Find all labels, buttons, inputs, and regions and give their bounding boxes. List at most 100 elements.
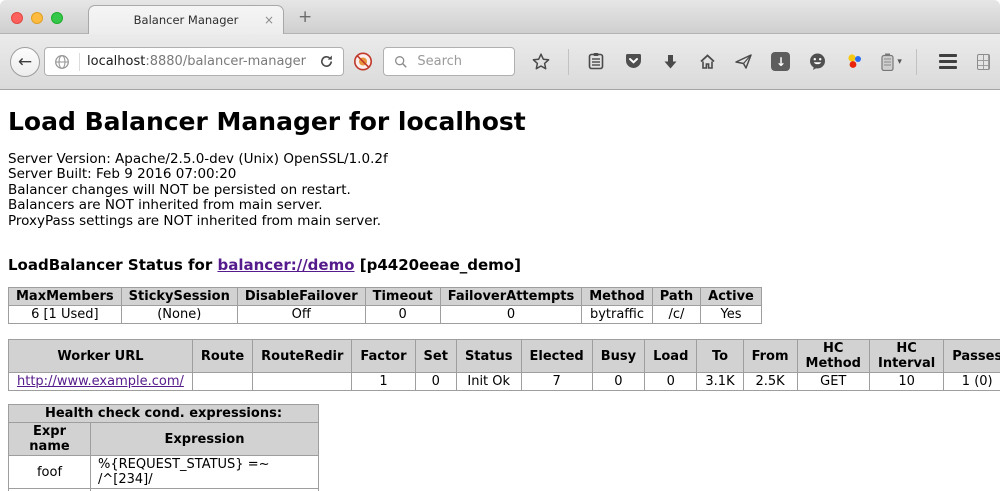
- bookmark-star-icon[interactable]: [531, 52, 551, 72]
- col-route: Route: [192, 340, 252, 373]
- url-text[interactable]: localhost:8880/balancer-manager: [87, 54, 309, 69]
- titlebar: Balancer Manager × +: [0, 0, 1000, 34]
- worker-url-link[interactable]: http://www.example.com/: [17, 374, 184, 389]
- cell-passes: 1 (0): [944, 373, 1000, 391]
- flash-block-icon[interactable]: [353, 52, 373, 72]
- download-manager-icon[interactable]: ↓: [771, 52, 790, 71]
- back-button[interactable]: ←: [10, 47, 40, 77]
- table-row: 6 [1 Used] (None) Off 0 0 bytraffic /c/ …: [9, 306, 762, 324]
- search-input[interactable]: [417, 54, 507, 69]
- toolbar-divider-2: [916, 49, 917, 75]
- col-hc-interval: HC Interval: [869, 340, 943, 373]
- tab-balancer-manager[interactable]: Balancer Manager ×: [88, 5, 284, 34]
- new-tab-button[interactable]: +: [298, 7, 312, 27]
- search-icon: [391, 52, 411, 72]
- page-title: Load Balancer Manager for localhost: [8, 107, 992, 136]
- health-check-table: Health check cond. expressions: Expr nam…: [8, 404, 319, 491]
- col-load: Load: [645, 340, 697, 373]
- battery-icon: [881, 53, 894, 71]
- chevron-down-icon: ▾: [897, 57, 902, 67]
- health-check-caption: Health check cond. expressions:: [9, 405, 319, 423]
- col-elected: Elected: [521, 340, 592, 373]
- browser-window: Balancer Manager × + ← localhost:8880/ba…: [0, 0, 1000, 491]
- table-header-row: MaxMembers StickySession DisableFailover…: [9, 288, 762, 306]
- cell-route: [192, 373, 252, 391]
- col-expr-name: Expr name: [9, 423, 91, 456]
- globe-icon: [52, 52, 72, 72]
- cell-hc-method: GET: [797, 373, 869, 391]
- cell-worker-url: http://www.example.com/: [9, 373, 193, 391]
- col-stickysession: StickySession: [121, 288, 237, 306]
- balancers-notice-line: Balancers are NOT inherited from main se…: [8, 198, 992, 213]
- pocket-icon[interactable]: [623, 52, 643, 72]
- downloads-icon[interactable]: [660, 52, 680, 72]
- table-header-row: Worker URL Route RouteRedir Factor Set S…: [9, 340, 1000, 373]
- cell-hc-interval: 10: [869, 373, 943, 391]
- col-factor: Factor: [352, 340, 415, 373]
- colored-dots-extension-icon[interactable]: [844, 52, 864, 72]
- page-content: Load Balancer Manager for localhost Serv…: [0, 90, 1000, 491]
- col-failoverattempts: FailoverAttempts: [440, 288, 582, 306]
- cell-maxmembers: 6 [1 Used]: [9, 306, 122, 324]
- col-status: Status: [456, 340, 521, 373]
- send-plane-icon[interactable]: [734, 52, 754, 72]
- persist-notice-line: Balancer changes will NOT be persisted o…: [8, 183, 992, 198]
- cell-active: Yes: [701, 306, 762, 324]
- cell-load: 0: [645, 373, 697, 391]
- table-row: http://www.example.com/ 1 0 Init Ok 7 0 …: [9, 373, 1000, 391]
- balancer-demo-link[interactable]: balancer://demo: [217, 256, 354, 274]
- cell-routeredir: [253, 373, 352, 391]
- col-maxmembers: MaxMembers: [9, 288, 122, 306]
- balancer-summary-table: MaxMembers StickySession DisableFailover…: [8, 287, 762, 324]
- feedback-smiley-icon[interactable]: [807, 52, 827, 72]
- reload-icon[interactable]: [316, 52, 336, 72]
- traffic-lights: [11, 12, 63, 24]
- urlbar-divider: [79, 53, 80, 71]
- cell-failoverattempts: 0: [440, 306, 582, 324]
- reading-list-icon[interactable]: [586, 52, 606, 72]
- cell-stickysession: (None): [121, 306, 237, 324]
- status-heading-prefix: LoadBalancer Status for: [8, 256, 217, 274]
- col-from: From: [743, 340, 797, 373]
- cell-elected: 7: [521, 373, 592, 391]
- server-built-line: Server Built: Feb 9 2016 07:00:20: [8, 167, 992, 182]
- menu-button[interactable]: [939, 54, 957, 69]
- col-method: Method: [582, 288, 652, 306]
- cell-from: 2.5K: [743, 373, 797, 391]
- cell-set: 0: [415, 373, 456, 391]
- cell-method: bytraffic: [582, 306, 652, 324]
- url-domain: localhost: [87, 54, 145, 69]
- close-window-button[interactable]: [11, 12, 23, 24]
- loadbalancer-status-heading: LoadBalancer Status for balancer://demo …: [8, 256, 992, 274]
- url-bar[interactable]: localhost:8880/balancer-manager: [44, 47, 344, 76]
- cell-busy: 0: [592, 373, 644, 391]
- search-box[interactable]: [383, 47, 515, 76]
- zoom-window-button[interactable]: [51, 12, 63, 24]
- cell-to: 3.1K: [697, 373, 743, 391]
- col-routeredir: RouteRedir: [253, 340, 352, 373]
- cell-path: /c/: [652, 306, 700, 324]
- col-active: Active: [701, 288, 762, 306]
- col-disablefailover: DisableFailover: [237, 288, 365, 306]
- tab-close-icon[interactable]: ×: [264, 13, 274, 27]
- col-timeout: Timeout: [365, 288, 440, 306]
- minimize-window-button[interactable]: [31, 12, 43, 24]
- tab-title: Balancer Manager: [134, 13, 239, 27]
- battery-extension-button[interactable]: ▾: [881, 53, 902, 71]
- col-worker-url: Worker URL: [9, 340, 193, 373]
- cell-factor: 1: [352, 373, 415, 391]
- server-version-line: Server Version: Apache/2.5.0-dev (Unix) …: [8, 152, 992, 167]
- col-to: To: [697, 340, 743, 373]
- col-hc-method: HC Method: [797, 340, 869, 373]
- tab-groups-icon[interactable]: [977, 54, 990, 70]
- table-header-row: Expr name Expression: [9, 423, 319, 456]
- table-caption-row: Health check cond. expressions:: [9, 405, 319, 423]
- cell-expression: %{REQUEST_STATUS} =~ /^[234]/: [91, 456, 319, 489]
- col-busy: Busy: [592, 340, 644, 373]
- table-row: foof %{REQUEST_STATUS} =~ /^[234]/: [9, 456, 319, 489]
- cell-expr-name: foof: [9, 456, 91, 489]
- home-icon[interactable]: [697, 52, 717, 72]
- cell-disablefailover: Off: [237, 306, 365, 324]
- navigation-toolbar: ← localhost:8880/balancer-manager: [0, 34, 1000, 90]
- url-path: :8880/balancer-manager: [145, 54, 306, 69]
